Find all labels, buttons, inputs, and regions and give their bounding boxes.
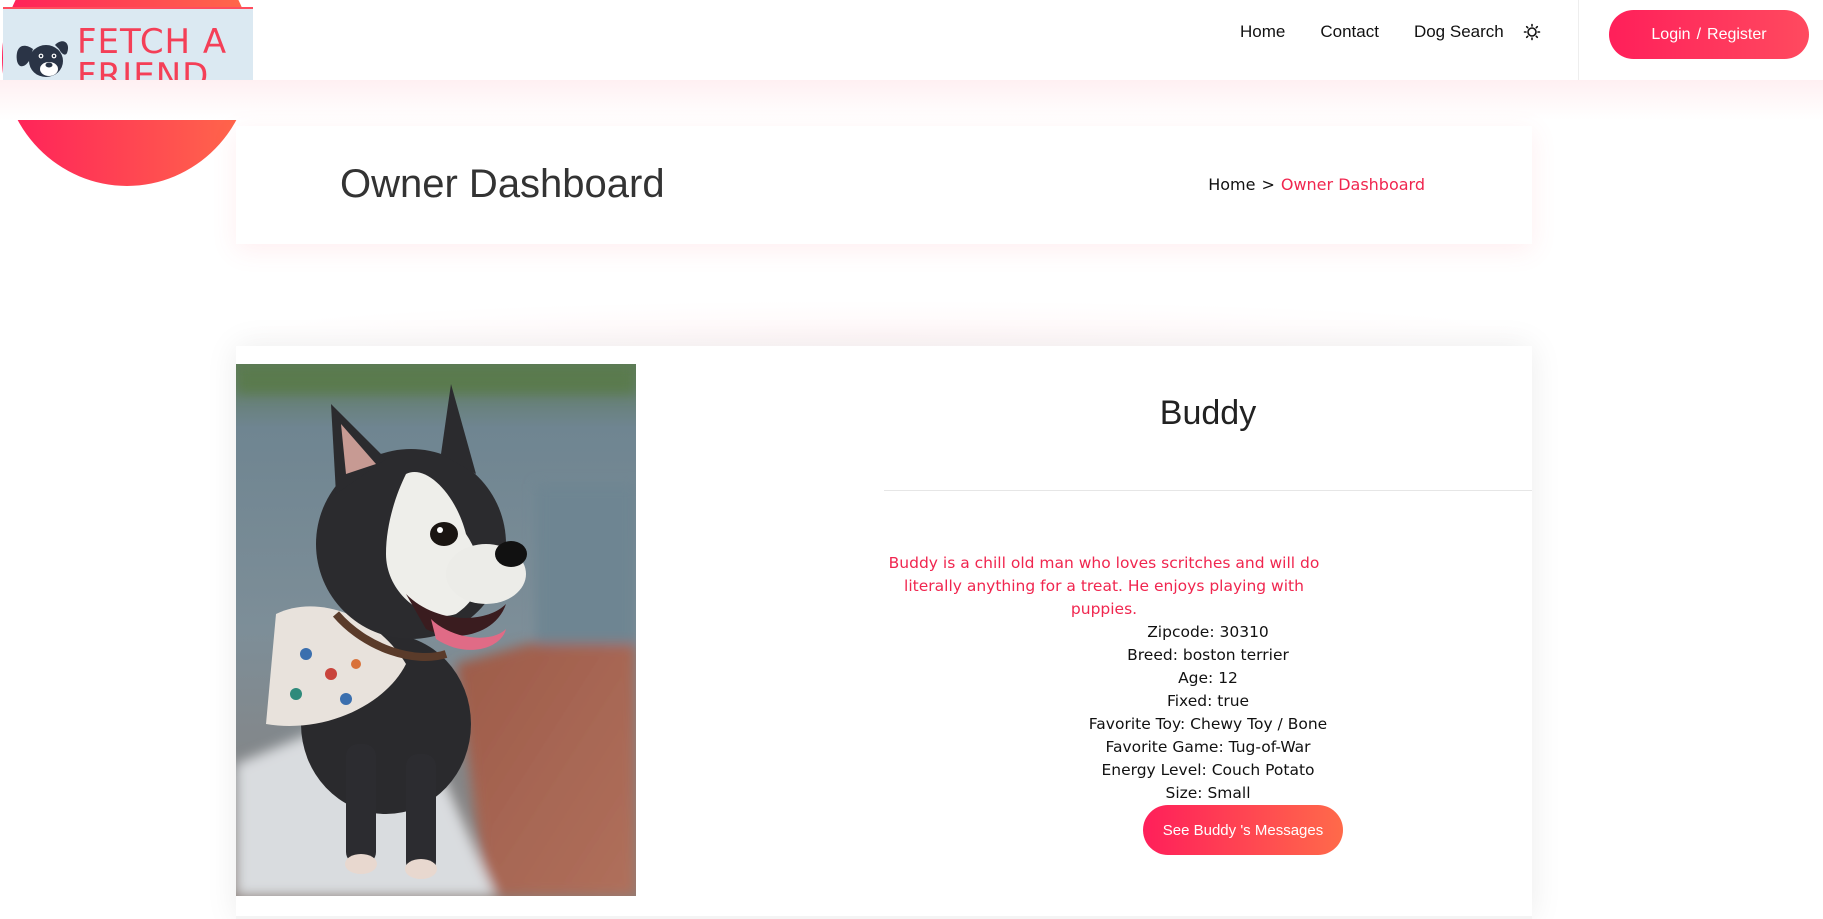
- details-divider: [884, 490, 1532, 491]
- dog-fixed: Fixed: true: [1166, 692, 1250, 710]
- header-fade: [0, 80, 1823, 120]
- site-header: FETCH A FRIEND Home Contact Dog Search L…: [0, 0, 1823, 186]
- register-label: Register: [1707, 25, 1767, 43]
- breadcrumb-home[interactable]: Home: [1208, 175, 1255, 194]
- breadcrumb-separator: >: [1261, 175, 1275, 194]
- dog-description: Buddy is a chill old man who loves scrit…: [888, 554, 1320, 618]
- see-messages-button[interactable]: See Buddy 's Messages: [1143, 805, 1343, 855]
- breadcrumb: Home > Owner Dashboard: [1208, 175, 1425, 194]
- dog-favorite-toy: Favorite Toy: Chewy Toy / Bone: [1088, 715, 1328, 733]
- dog-photo-image: [236, 364, 636, 896]
- login-register-button[interactable]: Login / Register: [1609, 10, 1809, 59]
- dog-info: Buddy is a chill old man who loves scrit…: [884, 552, 1532, 805]
- dog-profile-card: Buddy Buddy is a chill old man who loves…: [236, 346, 1532, 919]
- main-nav: Home Contact Dog Search: [1240, 22, 1541, 42]
- page-title: Owner Dashboard: [340, 162, 665, 206]
- dog-size: Size: Small: [1165, 784, 1251, 802]
- nav-home[interactable]: Home: [1240, 22, 1285, 42]
- logo-line-1: FETCH A: [77, 22, 228, 62]
- dog-logo-icon: [16, 41, 69, 77]
- dog-details: Buddy Buddy is a chill old man who loves…: [884, 346, 1532, 919]
- dog-favorite-game: Favorite Game: Tug-of-War: [1105, 738, 1311, 756]
- dog-breed: Breed: boston terrier: [1127, 646, 1289, 664]
- page-title-banner: Owner Dashboard Home > Owner Dashboard: [236, 126, 1532, 244]
- nav-contact[interactable]: Contact: [1320, 22, 1379, 42]
- nav-dog-search[interactable]: Dog Search: [1414, 22, 1504, 42]
- dog-photo: [236, 364, 636, 896]
- dog-energy-level: Energy Level: Couch Potato: [1101, 761, 1315, 779]
- login-separator: /: [1696, 25, 1702, 43]
- dog-name: Buddy: [1159, 394, 1257, 432]
- dog-age: Age: 12: [1178, 669, 1238, 687]
- nav-divider: [1578, 0, 1579, 80]
- sun-icon[interactable]: [1523, 23, 1541, 41]
- login-label: Login: [1651, 25, 1691, 43]
- breadcrumb-current: Owner Dashboard: [1280, 175, 1425, 194]
- dog-zipcode: Zipcode: 30310: [1147, 623, 1269, 641]
